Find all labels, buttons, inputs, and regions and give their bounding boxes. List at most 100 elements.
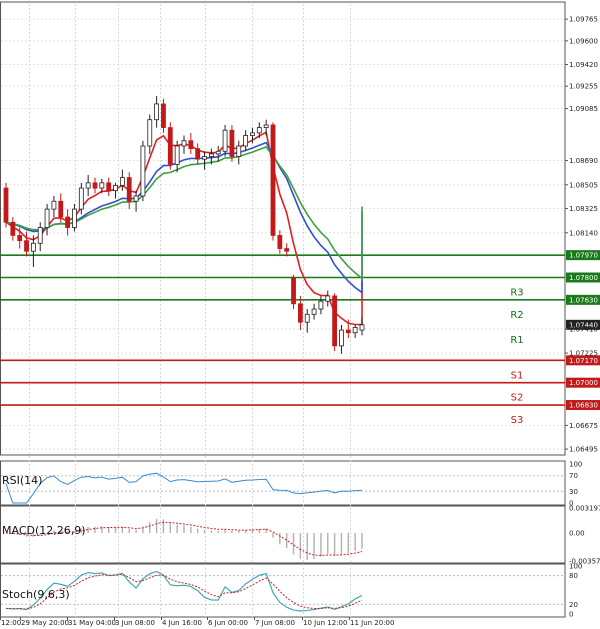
macd-tick-label: 0.00 [569,530,585,538]
candle [270,122,276,241]
candle-body [154,103,160,121]
price-tick-label: 1.09255 [569,83,598,91]
level-label-r3: R3 [510,287,523,298]
candle-body [291,277,296,305]
candle-body [311,308,317,315]
price-tag-label: 1.07800 [569,274,598,282]
candle-body [284,248,290,252]
candle [10,217,16,241]
candle [188,132,194,154]
candle [167,122,173,170]
candle-body [133,195,139,202]
price-tick-label: 1.08140 [569,229,598,237]
candle-body [256,127,262,134]
level-label-r2: R2 [510,310,523,321]
level-label-r1: R1 [510,335,523,346]
price-tag-label: 1.07170 [569,357,598,365]
candle-body [65,216,71,228]
candle-body [250,132,255,136]
candle [332,293,338,352]
trading-chart[interactable]: 1.079701.07800R31.07630R21.07440R11.0717… [0,0,600,629]
price-tick-label: 1.09085 [569,105,598,113]
candle-body [263,124,269,128]
moving-averages [5,131,363,326]
candle-body [85,182,91,189]
level-label-s3: S3 [511,415,524,426]
candle [311,303,317,320]
candle-body [359,324,365,331]
rsi-tick-label: 100 [569,461,582,469]
candle [195,143,201,165]
time-tick-label: 4 Jun 16:00 [162,619,202,627]
candle-body [30,242,36,252]
candle-body [126,177,132,202]
candle-body [215,150,221,155]
candle [229,124,235,162]
time-tick-label: 11 Jun 20:00 [350,619,394,627]
candle [359,316,365,336]
candle-body [195,148,201,160]
candle-body [229,129,235,157]
time-tick-label: 31 May 04:00 [68,619,116,627]
candle-body [345,329,351,334]
macd-tick-label: 0.003197 [569,505,600,513]
candle-body [167,127,173,165]
candle [37,222,43,252]
price-tick-label: 1.08690 [569,157,598,165]
candle [243,130,249,152]
candle-body [188,140,194,150]
candle [318,295,324,315]
time-tick-label: 12:00 [1,619,21,627]
candle-body [10,221,16,236]
candle-body [147,119,153,147]
candle [215,146,221,162]
candle-body [332,295,338,347]
rsi-title: RSI(14) [2,474,42,487]
candle-body [181,140,187,147]
candle-body [106,182,112,192]
candle [126,172,132,210]
candle [352,324,358,338]
level-label-s1: S1 [511,370,524,381]
rsi-tick-label: 70 [569,472,578,480]
candle-body [78,187,84,210]
time-tick-label: 7 Jun 08:00 [255,619,295,627]
candle-body [352,327,358,334]
price-tag-label: 1.07970 [569,252,598,260]
time-tick-label: 10 Jun 12:00 [303,619,347,627]
candle [24,231,29,257]
candle-body [99,182,105,189]
candle-body [58,200,64,218]
candle-body [17,235,23,242]
candle [181,135,187,154]
candle-body [222,129,228,152]
candle [119,169,125,191]
price-tick-label: 1.08505 [569,181,598,189]
candle-body [24,240,29,252]
candle-body [297,303,303,323]
candle-body [119,177,125,186]
price-tick-label: 1.07225 [569,350,598,358]
candle-body [339,329,344,347]
stoch-tick-label: 0 [569,611,573,619]
time-tick-label: 6 Jun 00:00 [208,619,248,627]
price-tick-label: 1.09765 [569,16,598,24]
stoch-tick-label: 80 [569,572,578,580]
candle-body [37,227,43,244]
price-tag-label: 1.07000 [569,379,598,387]
rsi-line [5,472,363,504]
candle-body [72,208,77,228]
candle-body [140,145,146,197]
candle-body [236,145,242,157]
time-axis: 12:00 29 May 20:0031 May 04:003 Jun 08:00… [0,617,394,627]
support-resistance-levels: 1.079701.07800R31.07630R21.07440R11.0717… [0,250,600,426]
price-tick-label: 1.09600 [569,37,598,45]
candle [222,124,228,157]
candle [140,140,146,202]
price-tick-label: 1.06495 [569,446,598,454]
candle-body [318,300,324,310]
price-tag-label: 1.07630 [569,296,598,304]
candle-body [243,135,249,147]
candle [106,177,112,196]
time-tick-label: 3 Jun 08:00 [115,619,155,627]
